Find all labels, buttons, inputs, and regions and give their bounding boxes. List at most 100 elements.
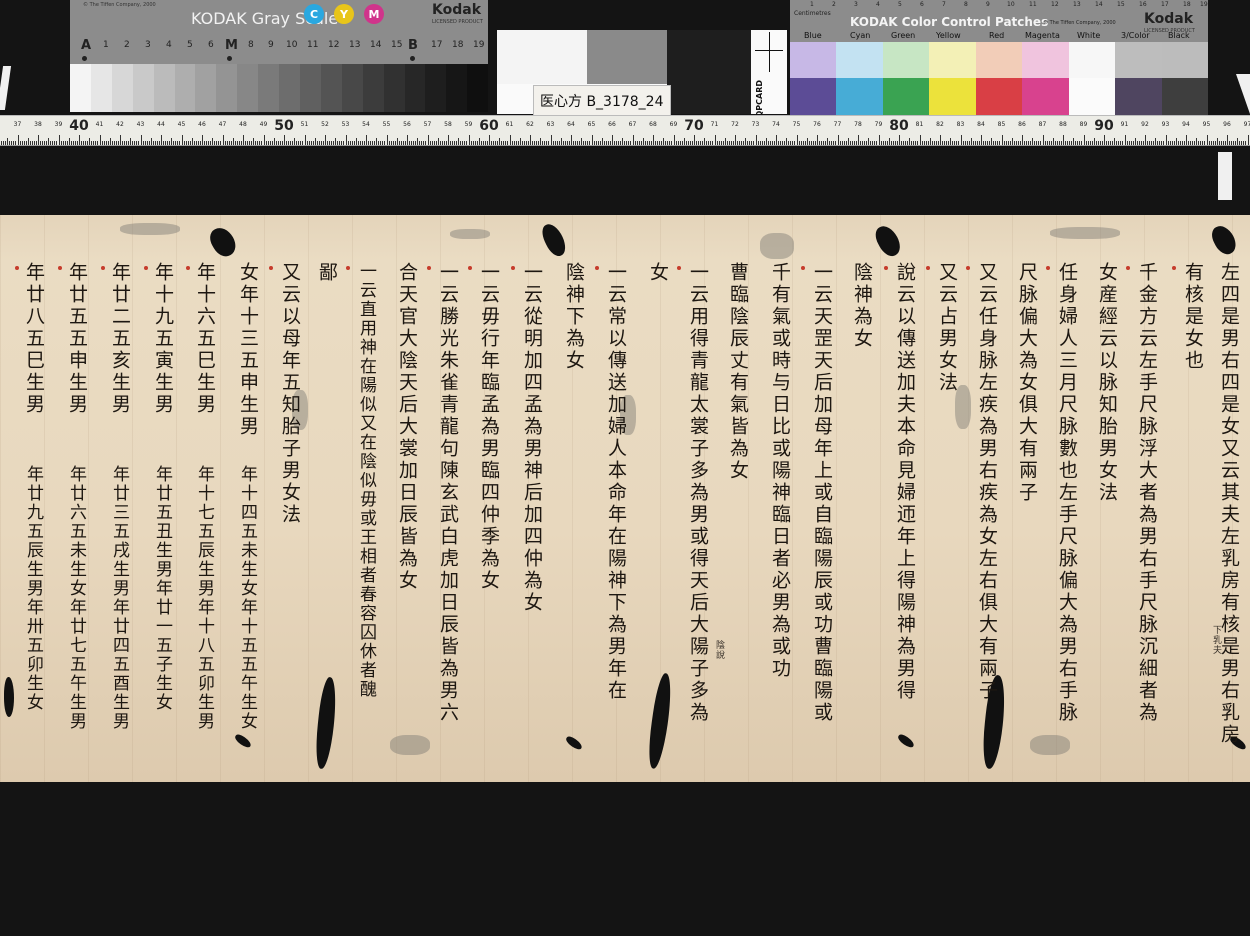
ruler-tick	[409, 141, 411, 145]
ruler-tick	[960, 135, 962, 145]
ruler-tick	[804, 141, 806, 145]
ruler-tick	[546, 141, 548, 145]
cm-tick: 4	[876, 1, 880, 8]
ruler-number: 63	[546, 121, 555, 128]
text-column: 年十九五寅生男	[152, 262, 174, 416]
ruler-tick	[710, 141, 712, 145]
ruler-tick	[974, 141, 976, 145]
ruler-tick	[792, 141, 794, 145]
ruler-tick	[585, 141, 587, 145]
ruler-tick	[493, 141, 495, 145]
ruler-tick	[919, 135, 921, 145]
ruler-tick	[808, 141, 810, 145]
ruler-tick	[667, 141, 669, 145]
ruler-number: 43	[136, 121, 145, 128]
ruler-tick	[489, 135, 490, 145]
ruler-tick	[445, 141, 447, 145]
ruler-tick	[587, 141, 589, 145]
text-column: 千有氣或時与日比或陽神臨日者必男為或功	[769, 262, 791, 680]
ruler-tick	[880, 141, 882, 145]
ruler-tick	[452, 141, 454, 145]
ruler-tick	[925, 141, 927, 145]
ruler-tick	[105, 141, 107, 145]
ruler-tick	[950, 138, 952, 145]
ruler-tick	[1026, 141, 1028, 145]
ruler-tick	[232, 138, 234, 145]
patch-name: Yellow	[936, 31, 961, 40]
ruler-tick	[1132, 141, 1134, 145]
ruler-tick	[970, 138, 972, 145]
ruler-tick	[132, 141, 134, 145]
ruler-tick	[273, 138, 275, 145]
text-column: 一云毋行年臨孟為男臨四仲季為女	[478, 262, 500, 592]
gray-step	[362, 64, 384, 112]
ruler-tick	[212, 138, 214, 145]
color-patch	[1115, 42, 1162, 78]
ruler-tick	[450, 141, 452, 145]
scale-mark: B	[408, 38, 418, 53]
ruler-tick	[517, 141, 519, 145]
ruler-tick	[558, 141, 560, 145]
gray-step	[111, 64, 133, 112]
ruler-tick	[437, 138, 439, 145]
patch-name: Black	[1168, 31, 1190, 40]
scale-dot	[227, 56, 232, 61]
text-column: 千金方云左手尺脉浮大者為男右手尺脉沉細者為	[1136, 262, 1158, 724]
ruler-tick	[718, 141, 720, 145]
ruler-tick	[407, 135, 408, 145]
ruler-tick	[1046, 141, 1048, 145]
text-column: 左四是男右四是女又云其夫左乳房有核是男右乳房	[1218, 262, 1240, 746]
text-column: 年廿三五戌生男年廿四五酉生男	[109, 465, 129, 731]
ruler-tick	[1128, 141, 1130, 145]
text-column: 一云勝光朱雀青龍句陳玄武白虎加日辰皆為男六	[437, 262, 459, 724]
ruler-number: 68	[649, 121, 657, 128]
color-patch	[929, 78, 976, 116]
ruler-tick	[1130, 141, 1132, 145]
ruler-tick	[890, 141, 892, 145]
ruler-tick	[607, 141, 609, 145]
ruler-tick	[642, 138, 644, 145]
color-patch	[1161, 78, 1208, 116]
ruler-tick	[966, 141, 968, 145]
ruler-tick	[609, 141, 611, 145]
color-patch	[975, 42, 1023, 78]
ruler-number: 52	[321, 121, 329, 128]
cm-tick: 2	[832, 1, 836, 8]
cm-tick: 11	[1029, 1, 1037, 8]
ruler-tick	[128, 141, 130, 145]
edge-marker	[1218, 152, 1232, 200]
ruler-tick	[21, 141, 23, 145]
gray-step	[341, 64, 363, 112]
ruler-tick	[751, 141, 753, 145]
ruler-tick	[849, 141, 851, 145]
ruler-tick	[1114, 138, 1116, 145]
ruler-tick	[679, 141, 681, 145]
ruler-tick	[972, 141, 974, 145]
ruler-tick	[1245, 141, 1247, 145]
ruler-tick	[144, 141, 146, 145]
ruler-tick	[1124, 135, 1126, 145]
ruler-tick	[650, 141, 652, 145]
ruler-tick	[284, 135, 285, 145]
text-column-note: 陰說	[714, 640, 724, 660]
ruler-tick	[837, 135, 839, 145]
ruler-tick	[35, 141, 37, 145]
ruler-tick	[187, 141, 189, 145]
red-punctuation-mark	[966, 266, 970, 270]
ruler-tick	[386, 135, 388, 145]
ruler-tick	[870, 141, 872, 145]
patch-name: 3/Color	[1121, 31, 1150, 40]
ruler-tick	[1048, 141, 1050, 145]
ruler-tick	[827, 138, 829, 145]
ruler-tick	[501, 141, 503, 145]
ruler-tick	[1126, 141, 1128, 145]
ruler-tick	[109, 138, 111, 145]
red-punctuation-mark	[884, 266, 888, 270]
ruler-tick	[601, 138, 603, 145]
text-column: 又云占男女法	[936, 262, 958, 394]
ruler-number: 95	[1202, 121, 1211, 128]
scale-mark: 11	[307, 40, 319, 50]
ruler-tick	[1241, 141, 1243, 145]
ruler-tick	[9, 141, 11, 145]
ruler-tick	[1229, 141, 1231, 145]
